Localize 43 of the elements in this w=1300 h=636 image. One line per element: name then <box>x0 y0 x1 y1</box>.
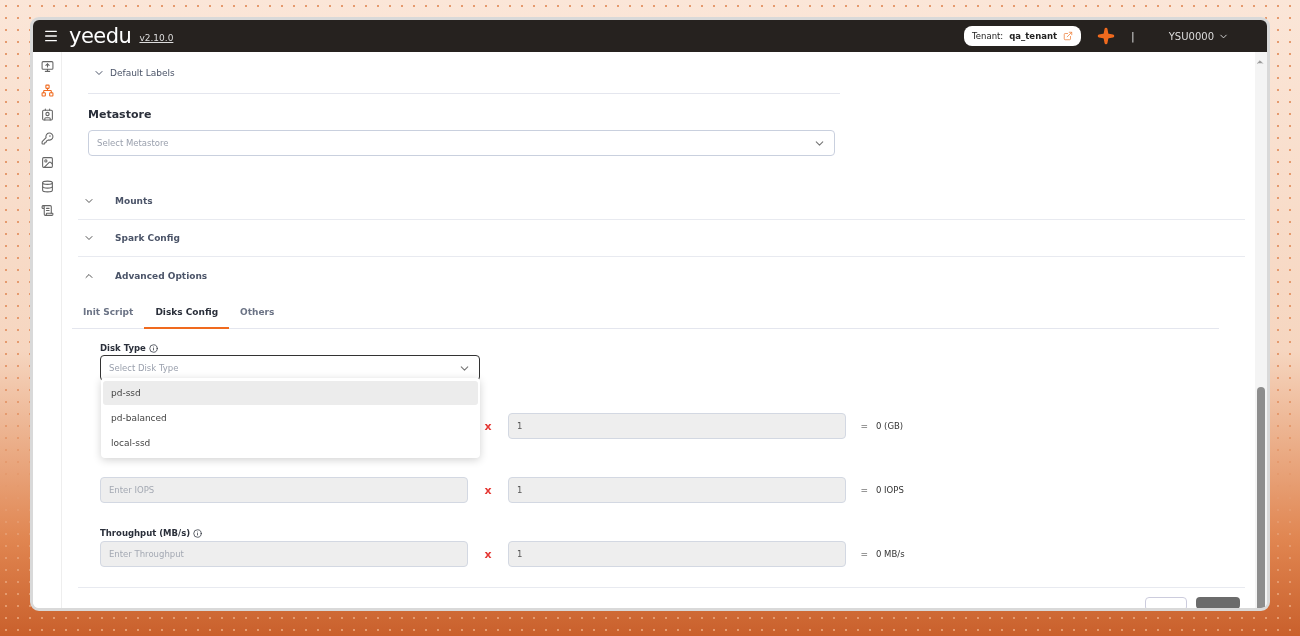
info-icon <box>148 343 158 353</box>
result-text: 0 (GB) <box>876 421 905 431</box>
accordion-header[interactable]: Advanced Options <box>78 257 1245 294</box>
accordion-header[interactable]: Mounts <box>78 183 1245 220</box>
default-labels-toggle[interactable]: Default Labels <box>88 52 840 94</box>
dropdown-option[interactable]: pd-ssd <box>103 381 478 405</box>
field-label: Throughput (MB/s) <box>100 528 203 538</box>
sidebar-item[interactable] <box>40 180 54 193</box>
external-link-icon <box>1063 31 1074 41</box>
tab[interactable]: Disks Config <box>144 307 230 329</box>
multiply-sign: x <box>484 547 492 561</box>
sidebar-item[interactable] <box>40 84 54 97</box>
sparkle-icon[interactable] <box>1097 27 1116 45</box>
tenant-badge[interactable]: Tenant: qa_tenant <box>964 26 1082 46</box>
metastore-label: Metastore <box>88 108 153 121</box>
tab[interactable]: Init Script <box>72 307 145 329</box>
menu-icon[interactable] <box>43 28 59 44</box>
user-menu[interactable]: YSU0000 <box>1168 30 1229 42</box>
count-field[interactable]: 1 <box>508 413 846 439</box>
count-field[interactable]: 1 <box>508 477 846 503</box>
equals-sign: = <box>860 421 868 431</box>
result-text: 0 IOPS <box>876 485 905 495</box>
sidebar-item[interactable] <box>40 108 54 121</box>
equals-sign: = <box>860 549 868 559</box>
disk-type-label: Disk Type <box>100 343 158 353</box>
accordion-header[interactable]: Spark Config <box>78 220 1245 257</box>
result-text: 0 MB/s <box>876 549 906 559</box>
scrollbar[interactable] <box>1255 52 1267 608</box>
sidebar-item[interactable] <box>40 156 54 169</box>
multiply-sign: x <box>484 419 492 433</box>
sidebar-item[interactable] <box>40 132 54 145</box>
sidebar-item[interactable] <box>40 60 54 73</box>
separator: | <box>1131 29 1135 43</box>
tab[interactable]: Others <box>229 307 286 329</box>
version-link[interactable]: v2.10.0 <box>139 33 174 43</box>
logo: yeedu <box>69 24 132 48</box>
dropdown-option[interactable]: local-ssd <box>103 431 478 455</box>
multiply-sign: x <box>484 483 492 497</box>
sidebar-item[interactable] <box>40 204 54 217</box>
equals-sign: = <box>860 485 868 495</box>
dropdown-option[interactable]: pd-balanced <box>103 406 478 430</box>
count-field[interactable]: 1 <box>508 541 846 567</box>
info-icon <box>193 528 203 538</box>
